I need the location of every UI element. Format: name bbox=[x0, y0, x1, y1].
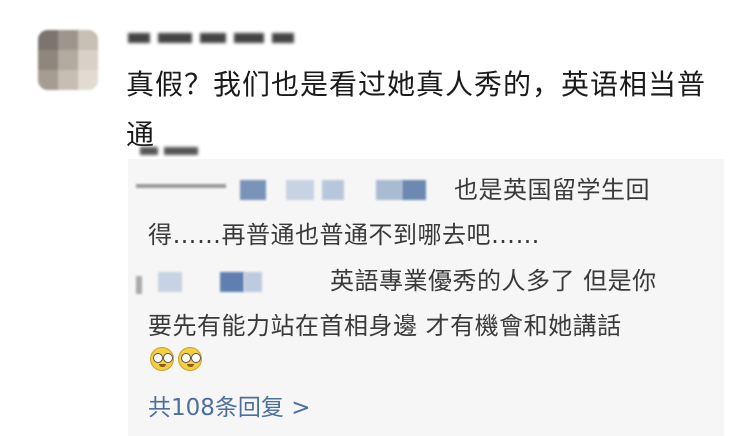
view-more-replies-link[interactable]: 共108条回复 > bbox=[148, 393, 310, 423]
reply-text-line: 也是英国留学生回 bbox=[454, 176, 650, 204]
redacted-username bbox=[136, 276, 142, 294]
username-redacted[interactable] bbox=[128, 27, 298, 49]
redacted-username bbox=[240, 180, 266, 200]
redacted-username bbox=[136, 184, 226, 188]
redacted-username bbox=[220, 272, 244, 292]
redacted-username bbox=[286, 180, 314, 200]
glasses-face-emoji bbox=[150, 347, 174, 371]
reply-text-line: 要先有能力站在首相身邊 才有機會和她講話 bbox=[148, 312, 622, 340]
redacted-username bbox=[322, 180, 344, 200]
redacted-username bbox=[376, 180, 402, 200]
redacted-username bbox=[244, 272, 262, 292]
redacted-username bbox=[402, 180, 426, 200]
reply-text-line: 得……再普通也普通不到哪去吧…… bbox=[148, 221, 540, 249]
redacted-username bbox=[158, 272, 182, 292]
avatar[interactable] bbox=[38, 30, 98, 90]
replies-panel: 也是英国留学生回 得……再普通也普通不到哪去吧…… 英語專業優秀的人多了 但是你… bbox=[128, 159, 724, 436]
redacted-mark bbox=[140, 147, 200, 155]
reply-text-line: 英語專業優秀的人多了 但是你 bbox=[330, 267, 657, 295]
glasses-face-emoji bbox=[178, 347, 202, 371]
comment-text: 真假？我们也是看过她真人秀的，英语相当普通 bbox=[126, 68, 707, 151]
